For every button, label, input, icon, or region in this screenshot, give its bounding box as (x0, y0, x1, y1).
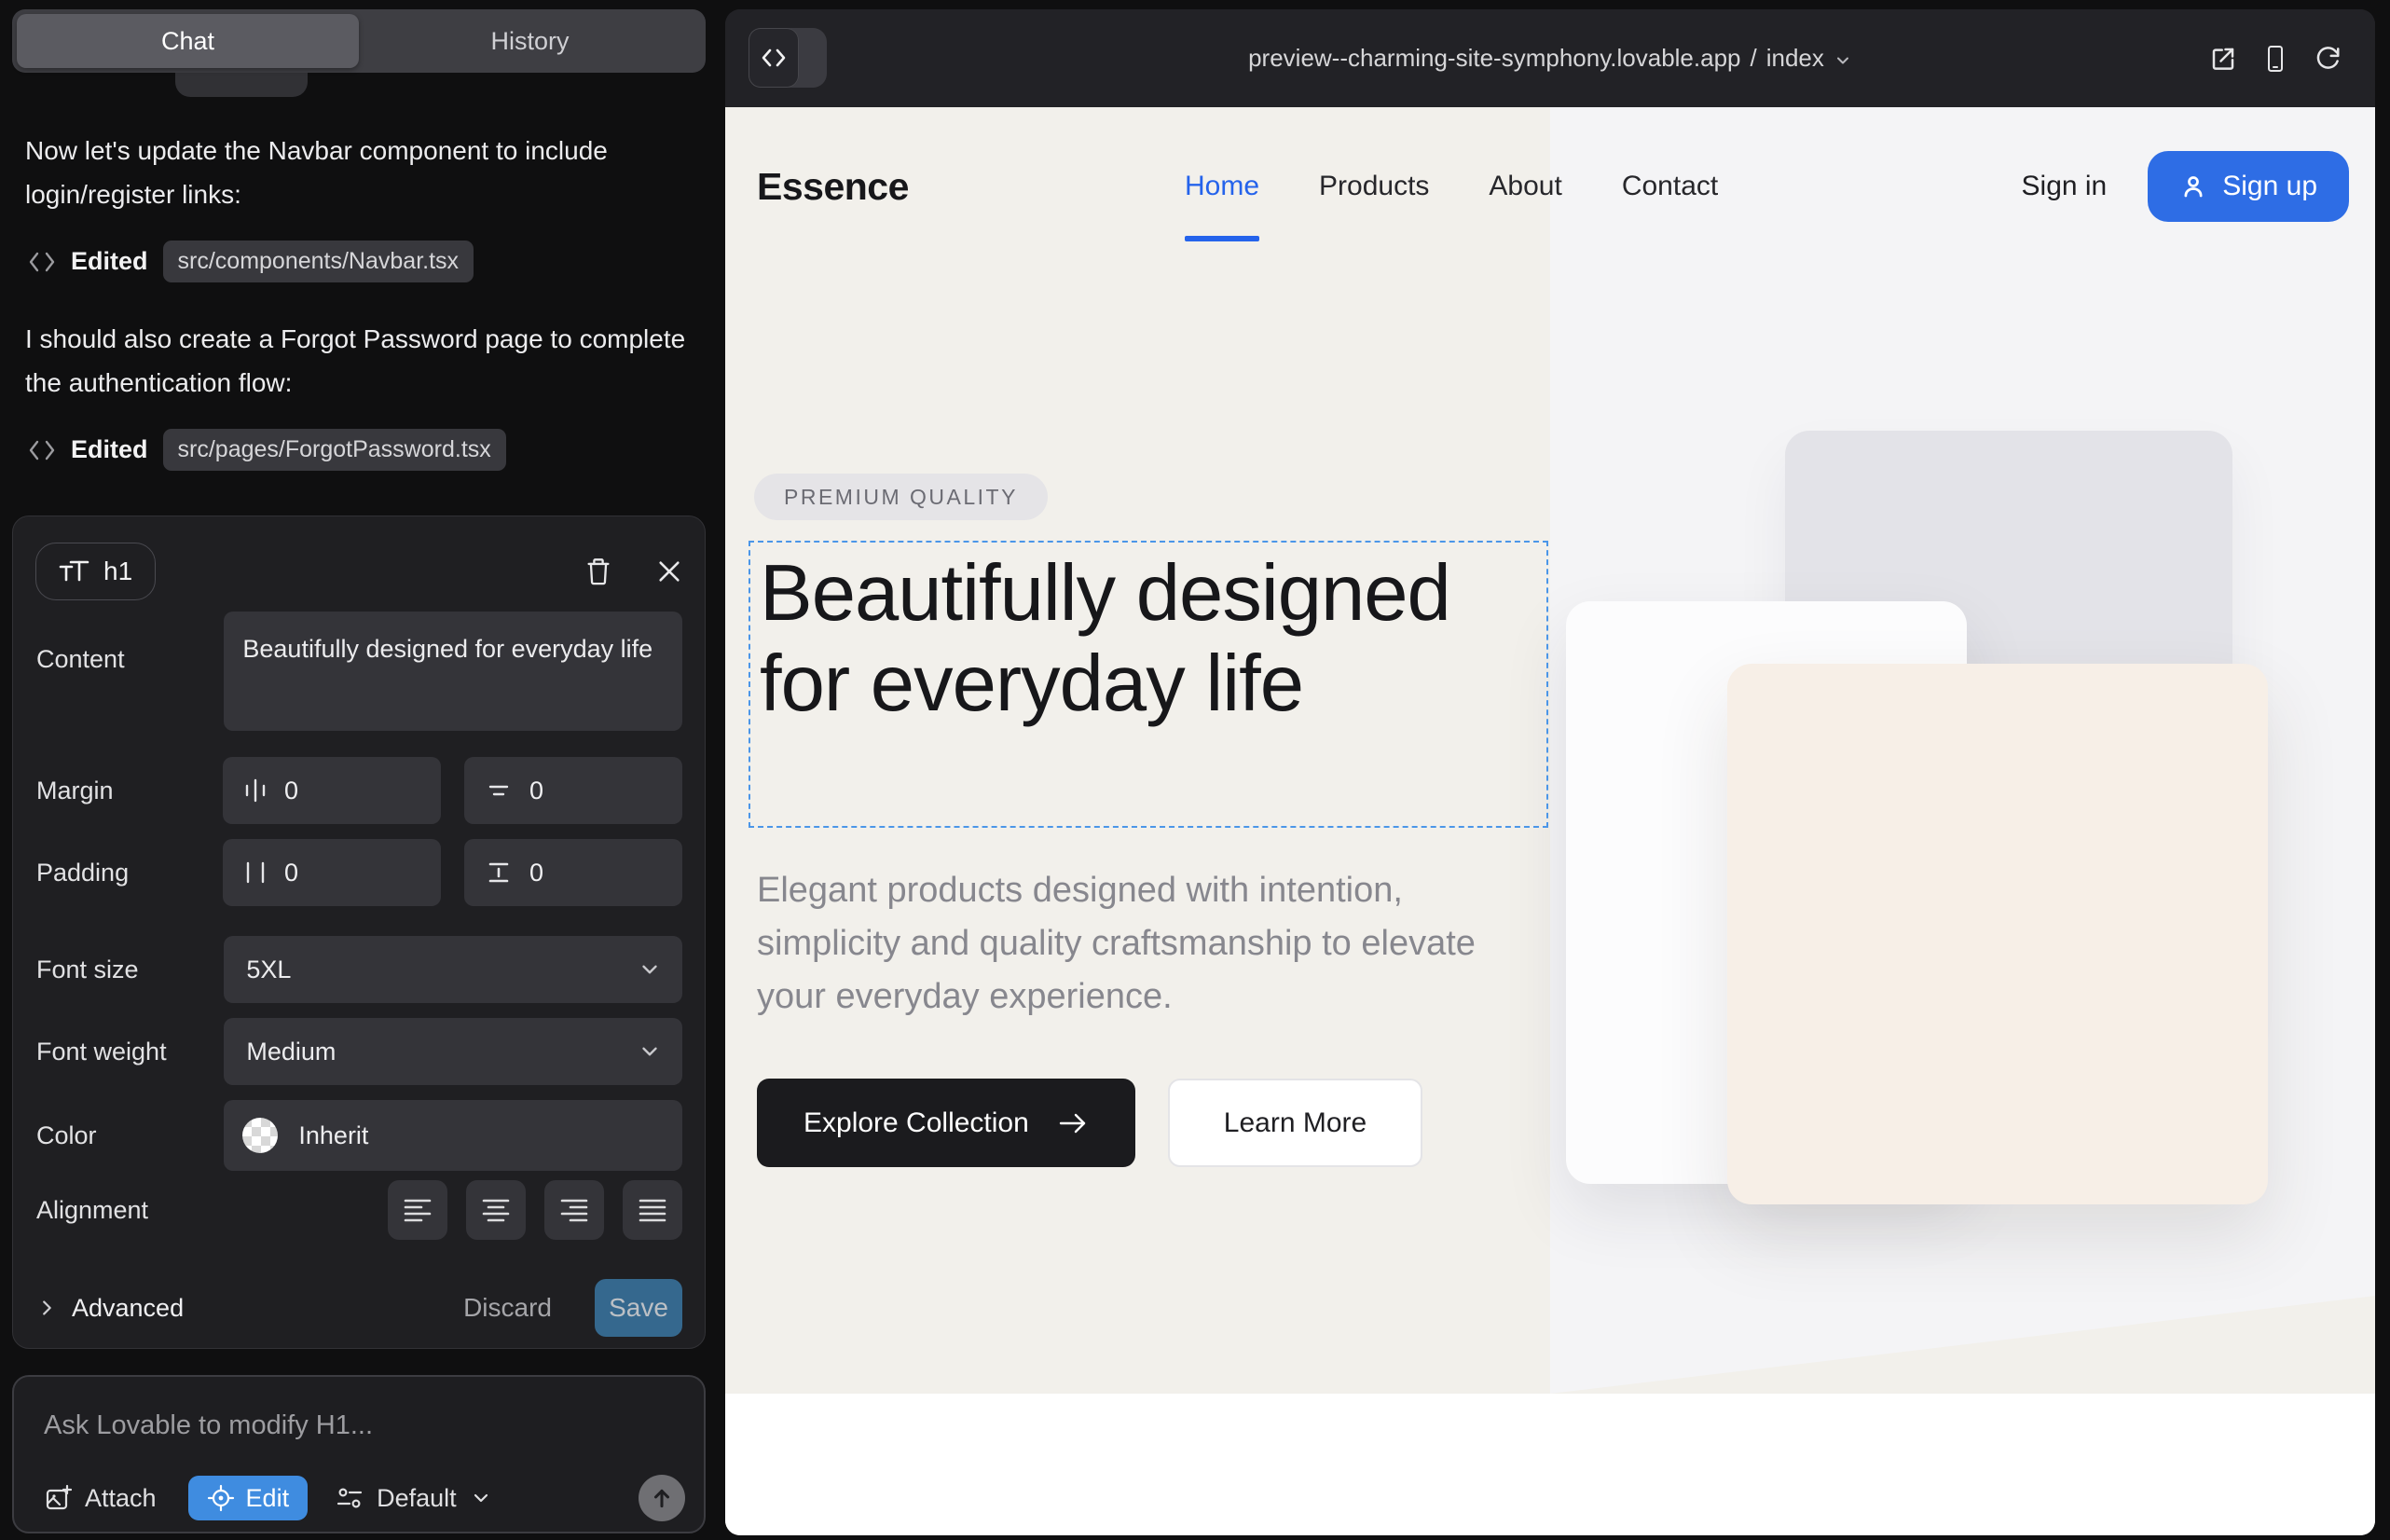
chat-composer: Attach Edit Default (12, 1375, 706, 1533)
inspector-header: h1 (35, 543, 682, 600)
align-left-button[interactable] (388, 1180, 447, 1240)
padding-horizontal-icon (243, 859, 268, 887)
padding-y-input[interactable]: 0 (464, 839, 682, 906)
element-inspector-panel: h1 Content Margin (12, 516, 706, 1349)
color-label: Color (36, 1121, 224, 1150)
refresh-icon[interactable] (2314, 45, 2342, 73)
chat-history-tabbar: Chat History (12, 9, 706, 73)
margin-horizontal-icon (243, 777, 268, 804)
hero-subtext: Elegant products designed with intention… (757, 864, 1493, 1024)
attach-image-icon (44, 1484, 72, 1512)
align-right-button[interactable] (544, 1180, 604, 1240)
padding-vertical-icon (485, 859, 513, 886)
edit-mode-button[interactable]: Edit (188, 1476, 309, 1520)
align-center-button[interactable] (466, 1180, 526, 1240)
url-separator: / (1751, 44, 1757, 73)
site-navbar: Essence Home Products About Contact Sign… (725, 107, 2375, 266)
chevron-down-icon (638, 957, 662, 982)
color-select[interactable]: Inherit (224, 1100, 682, 1171)
color-swatch (242, 1118, 278, 1153)
chevron-down-icon (1834, 51, 1852, 70)
code-icon (28, 250, 56, 274)
chat-panel: Chat History Now let's update the Navbar… (0, 0, 725, 1540)
nav-link-about[interactable]: About (1489, 171, 1561, 202)
file-chip[interactable]: src/components/Navbar.tsx (163, 241, 474, 282)
edited-file-row: Edited src/pages/ForgotPassword.tsx (28, 429, 506, 471)
preview-url-host: preview--charming-site-symphony.lovable.… (1248, 44, 1740, 73)
nav-link-products[interactable]: Products (1319, 171, 1429, 202)
padding-x-input[interactable]: 0 (223, 839, 441, 906)
margin-vertical-icon (485, 778, 513, 803)
margin-label: Margin (36, 777, 223, 805)
save-button[interactable]: Save (595, 1279, 682, 1337)
previewed-site: Essence Home Products About Contact Sign… (725, 107, 2375, 1535)
edited-file-row: Edited src/components/Navbar.tsx (28, 241, 474, 282)
font-weight-select[interactable]: Medium (224, 1018, 682, 1085)
arrow-right-icon (1057, 1110, 1089, 1136)
mobile-view-icon[interactable] (2262, 45, 2288, 73)
site-logo[interactable]: Essence (757, 165, 909, 209)
decorative-card-cream (1727, 664, 2268, 1204)
composer-input[interactable] (44, 1405, 659, 1446)
next-section-background (725, 1394, 2375, 1535)
tab-history[interactable]: History (359, 14, 701, 68)
font-size-select[interactable]: 5XL (224, 936, 682, 1003)
content-label: Content (36, 612, 224, 731)
sign-up-button[interactable]: Sign up (2148, 151, 2349, 222)
preview-url-path: index (1766, 44, 1824, 73)
preview-header: preview--charming-site-symphony.lovable.… (725, 9, 2375, 107)
sliders-icon (336, 1484, 364, 1512)
assistant-message: Now let's update the Navbar component to… (25, 129, 687, 216)
chevron-down-icon (470, 1487, 492, 1509)
learn-more-button[interactable]: Learn More (1168, 1079, 1422, 1167)
margin-y-input[interactable]: 0 (464, 757, 682, 824)
preview-url-bar[interactable]: preview--charming-site-symphony.lovable.… (725, 9, 2375, 107)
chevron-down-icon (638, 1039, 662, 1064)
edited-label: Edited (71, 247, 148, 276)
lovable-app: Chat History Now let's update the Navbar… (0, 0, 2390, 1540)
edited-label: Edited (71, 435, 148, 464)
hero-badge: PREMIUM QUALITY (754, 474, 1048, 520)
nav-link-home[interactable]: Home (1185, 171, 1259, 202)
file-chip[interactable]: src/pages/ForgotPassword.tsx (163, 429, 506, 471)
typography-icon (59, 557, 90, 585)
open-in-new-window-icon[interactable] (2209, 45, 2237, 73)
user-icon (2179, 172, 2207, 200)
chevron-right-icon (36, 1297, 57, 1319)
model-mode-select[interactable]: Default (336, 1484, 492, 1513)
font-weight-label: Font weight (36, 1038, 224, 1066)
content-textarea[interactable] (224, 612, 682, 731)
margin-x-input[interactable]: 0 (223, 757, 441, 824)
h1-selection-outline[interactable]: Beautifully designed for everyday life (749, 541, 1548, 828)
element-tag-label: h1 (103, 557, 132, 586)
attach-button[interactable]: Attach (44, 1484, 157, 1513)
clipped-scrolled-chip (175, 73, 308, 97)
target-icon (207, 1484, 235, 1512)
sign-in-link[interactable]: Sign in (2022, 171, 2108, 202)
assistant-message: I should also create a Forgot Password p… (25, 317, 687, 405)
element-tag-badge: h1 (35, 543, 156, 600)
advanced-toggle[interactable]: Advanced (36, 1294, 184, 1323)
hero-headline[interactable]: Beautifully designed for everyday life (760, 548, 1533, 729)
font-size-label: Font size (36, 956, 224, 984)
code-icon (28, 438, 56, 462)
align-justify-button[interactable] (623, 1180, 682, 1240)
alignment-label: Alignment (36, 1196, 225, 1225)
preview-window: preview--charming-site-symphony.lovable.… (725, 9, 2375, 1535)
padding-label: Padding (36, 859, 223, 887)
send-button[interactable] (639, 1475, 685, 1521)
tab-chat[interactable]: Chat (17, 14, 359, 68)
nav-link-contact[interactable]: Contact (1622, 171, 1718, 202)
explore-collection-button[interactable]: Explore Collection (757, 1079, 1135, 1167)
close-icon[interactable] (656, 558, 682, 584)
discard-button[interactable]: Discard (463, 1293, 552, 1323)
delete-element-button[interactable] (585, 557, 611, 585)
